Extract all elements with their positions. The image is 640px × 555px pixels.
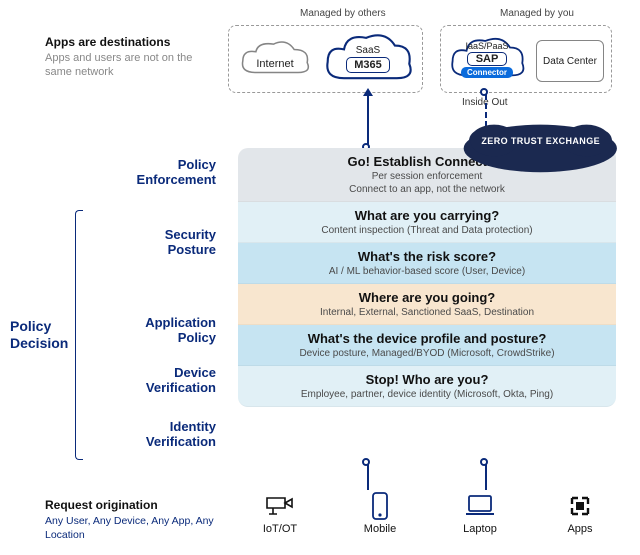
m365-pill: M365 bbox=[346, 57, 390, 73]
arrow-iaas-origin bbox=[480, 88, 488, 96]
zero-trust-exchange-badge: ZERO TRUST EXCHANGE bbox=[469, 130, 612, 152]
arrow-mobile-origin bbox=[362, 458, 370, 466]
layer-device-verification: What's the device profile and posture? D… bbox=[238, 325, 616, 366]
policy-stack: Go! Establish Connection Per session enf… bbox=[238, 148, 616, 407]
sap-pill: SAP bbox=[467, 52, 508, 66]
policy-decision-brace bbox=[75, 210, 83, 460]
arrow-laptop-up bbox=[485, 462, 487, 490]
request-origination-text: Request origination Any User, Any Device… bbox=[45, 498, 225, 542]
label-policy-enforcement: Policy Enforcement bbox=[106, 158, 216, 188]
apps-subtext: Apps and users are not on the same netwo… bbox=[45, 51, 210, 80]
layer-application-policy: Where are you going? Internal, External,… bbox=[238, 284, 616, 325]
label-policy-decision: Policy Decision bbox=[10, 318, 74, 352]
mobile-icon-block: Mobile bbox=[340, 492, 420, 535]
camera-icon bbox=[265, 492, 295, 520]
arrow-mobile-up bbox=[367, 462, 369, 490]
request-origination-heading: Request origination bbox=[45, 498, 225, 512]
internet-label: Internet bbox=[256, 58, 293, 70]
label-device-verification: Device Verification bbox=[116, 366, 216, 396]
mobile-icon bbox=[371, 492, 389, 520]
layer-security-risk: What's the risk score? AI / ML behavior-… bbox=[238, 243, 616, 284]
label-application-policy: Application Policy bbox=[116, 316, 216, 346]
iot-ot-icon-block: IoT/OT bbox=[240, 492, 320, 535]
apps-label: Apps bbox=[567, 523, 592, 535]
label-identity-verification: Identity Verification bbox=[116, 420, 216, 450]
saas-label: SaaS bbox=[356, 45, 380, 56]
iaas-label: IaaS/PaaS bbox=[465, 41, 508, 51]
laptop-icon-block: Laptop bbox=[440, 492, 520, 535]
layer-identity-verification: Stop! Who are you? Employee, partner, de… bbox=[238, 366, 616, 407]
iaas-cloud: IaaS/PaaS SAP Connector bbox=[446, 30, 528, 88]
managed-by-others-label: Managed by others bbox=[300, 8, 386, 19]
apps-icon-block: Apps bbox=[540, 492, 620, 535]
label-security-posture: Security Posture bbox=[126, 228, 216, 258]
laptop-label: Laptop bbox=[463, 523, 497, 535]
layer-security-carrying: What are you carrying? Content inspectio… bbox=[238, 202, 616, 243]
bottom-icons: IoT/OT Mobile Laptop Apps bbox=[240, 492, 620, 535]
data-center-box: Data Center bbox=[536, 40, 604, 82]
arrow-laptop-origin bbox=[480, 458, 488, 466]
apps-heading: Apps are destinations bbox=[45, 35, 210, 49]
managed-by-you-label: Managed by you bbox=[500, 8, 574, 19]
laptop-icon bbox=[463, 492, 497, 520]
apps-destinations-text: Apps are destinations Apps and users are… bbox=[45, 35, 210, 80]
apps-icon bbox=[568, 492, 592, 520]
arrow-saas-up-tip bbox=[363, 88, 373, 96]
connector-badge: Connector bbox=[461, 67, 513, 78]
request-origination-sub: Any User, Any Device, Any App, Any Locat… bbox=[45, 514, 225, 542]
mobile-label: Mobile bbox=[364, 523, 396, 535]
arrow-saas-up bbox=[367, 94, 369, 146]
saas-cloud: SaaS M365 bbox=[320, 30, 416, 88]
internet-cloud: Internet bbox=[236, 38, 314, 84]
iot-label: IoT/OT bbox=[263, 523, 297, 535]
